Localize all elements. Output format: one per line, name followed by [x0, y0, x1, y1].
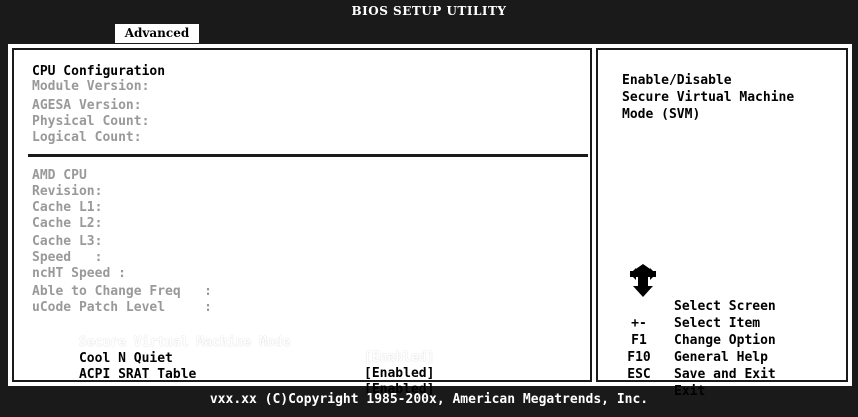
key-row-select-item: Select Item — [618, 281, 846, 331]
header-bar: BIOS SETUP UTILITY Advanced — [0, 0, 858, 44]
info-logical-count: Logical Count: — [32, 130, 142, 145]
info-physical-count: Physical Count: — [32, 114, 150, 129]
key-row-change-option: +- Change Option — [618, 298, 846, 348]
info-cache-l1: Cache L1: — [32, 200, 103, 215]
key-description: Save and Exit — [674, 367, 776, 382]
help-panel: Enable/Disable Secure Virtual Machine Mo… — [596, 48, 848, 399]
info-amd-cpu: AMD CPU — [32, 168, 87, 183]
info-module-version: Module Version: — [32, 79, 150, 94]
bios-title: BIOS SETUP UTILITY — [351, 4, 507, 18]
key-legend: Select Screen Select Item +- Change Opti… — [618, 264, 846, 399]
settings-panel: CPU Configuration Module Version: AGESA … — [12, 48, 592, 397]
key-row-exit: ESC Exit — [618, 349, 846, 399]
key-row-general-help: F1 General Help — [618, 315, 846, 365]
copyright-footer: vxx.xx (C)Copyright 1985-200x, American … — [209, 392, 649, 407]
key-row-select-screen: Select Screen — [618, 264, 846, 314]
key-row-save-and-exit: F10 Save and Exit — [618, 332, 846, 382]
section-divider — [28, 154, 588, 157]
info-ncht-speed: ncHT Speed : — [32, 266, 126, 281]
info-able-to-change-freq: Able to Change Freq : — [32, 284, 213, 299]
tab-advanced[interactable]: Advanced — [115, 24, 199, 43]
setting-label: ACPI SRAT Table — [78, 367, 197, 382]
info-cache-l2: Cache L2: — [32, 216, 103, 231]
info-ucode-patch-level: uCode Patch Level : — [32, 300, 213, 315]
info-agesa-version: AGESA Version: — [32, 98, 142, 113]
help-text: Enable/Disable Secure Virtual Machine Mo… — [622, 73, 795, 122]
info-revision: Revision: — [32, 184, 103, 199]
key-label: ESC — [627, 367, 651, 382]
section-heading-cpu-configuration: CPU Configuration — [32, 64, 166, 79]
info-cache-l3: Cache L3: — [32, 234, 103, 249]
main-frame: CPU Configuration Module Version: AGESA … — [8, 44, 852, 399]
info-speed: Speed : — [32, 250, 103, 265]
